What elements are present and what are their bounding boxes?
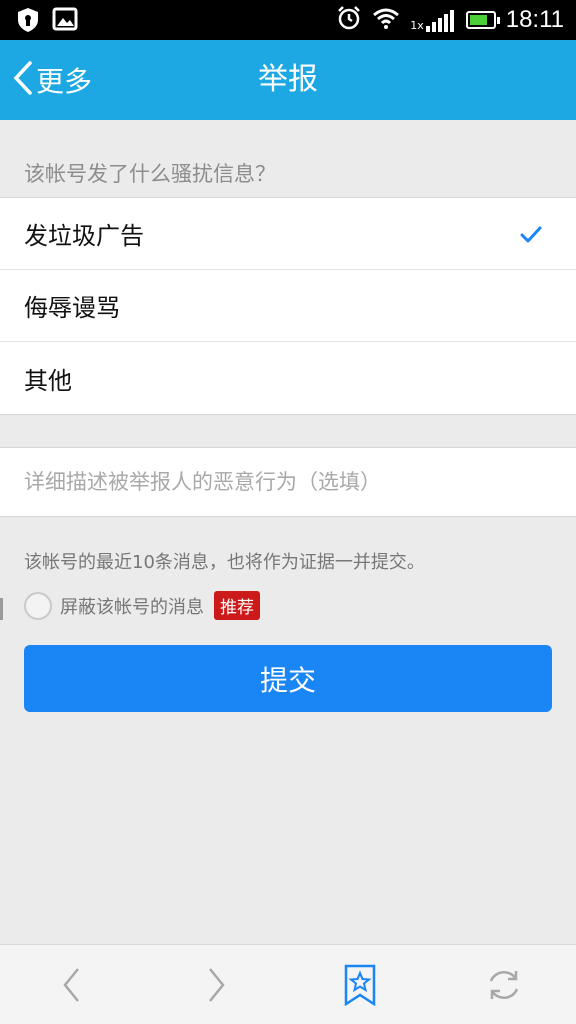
bookmark-star-icon[interactable] <box>338 963 382 1007</box>
checkmark-icon <box>520 222 542 250</box>
option-label: 其他 <box>24 366 72 395</box>
forward-arrow-icon[interactable] <box>194 963 238 1007</box>
recommend-badge: 推荐 <box>214 591 260 620</box>
description-input[interactable] <box>0 448 576 516</box>
battery-icon <box>465 11 500 29</box>
block-messages-option[interactable]: 屏蔽该帐号的消息 推荐 <box>24 591 260 620</box>
option-label: 侮辱谩骂 <box>24 294 120 322</box>
status-bar: 1x 18:11 <box>0 0 576 40</box>
report-reason-list: 发垃圾广告 侮辱谩骂 其他 <box>0 197 576 415</box>
option-other[interactable]: 其他 <box>0 342 576 414</box>
option-insult[interactable]: 侮辱谩骂 <box>0 270 576 342</box>
status-time: 18:11 <box>505 6 564 33</box>
nav-bar: 举报 更多 <box>0 40 576 120</box>
signal-text: 1x <box>410 19 424 32</box>
back-button[interactable]: 更多 <box>12 40 92 120</box>
back-arrow-icon[interactable] <box>50 963 94 1007</box>
option-spam-ads[interactable]: 发垃圾广告 <box>0 198 576 270</box>
signal-icon: 1x <box>410 8 456 32</box>
alarm-icon <box>336 5 362 35</box>
evidence-note: 该帐号的最近10条消息，也将作为证据一并提交。 <box>24 552 425 573</box>
shield-icon <box>16 6 40 38</box>
wifi-icon <box>372 6 400 34</box>
edge-marker <box>0 598 3 620</box>
block-radio[interactable] <box>24 591 52 620</box>
image-icon <box>52 6 78 38</box>
refresh-icon[interactable] <box>482 963 526 1007</box>
back-label: 更多 <box>36 65 93 98</box>
submit-button[interactable]: 提交 <box>24 645 552 712</box>
description-box <box>0 447 576 517</box>
battery-level-fill <box>469 15 488 25</box>
block-label: 屏蔽该帐号的消息 <box>60 596 204 618</box>
bottom-toolbar <box>0 944 576 1024</box>
chevron-left-icon <box>12 60 34 100</box>
option-label: 发垃圾广告 <box>24 222 144 250</box>
question-label: 该帐号发了什么骚扰信息？ <box>24 162 276 186</box>
